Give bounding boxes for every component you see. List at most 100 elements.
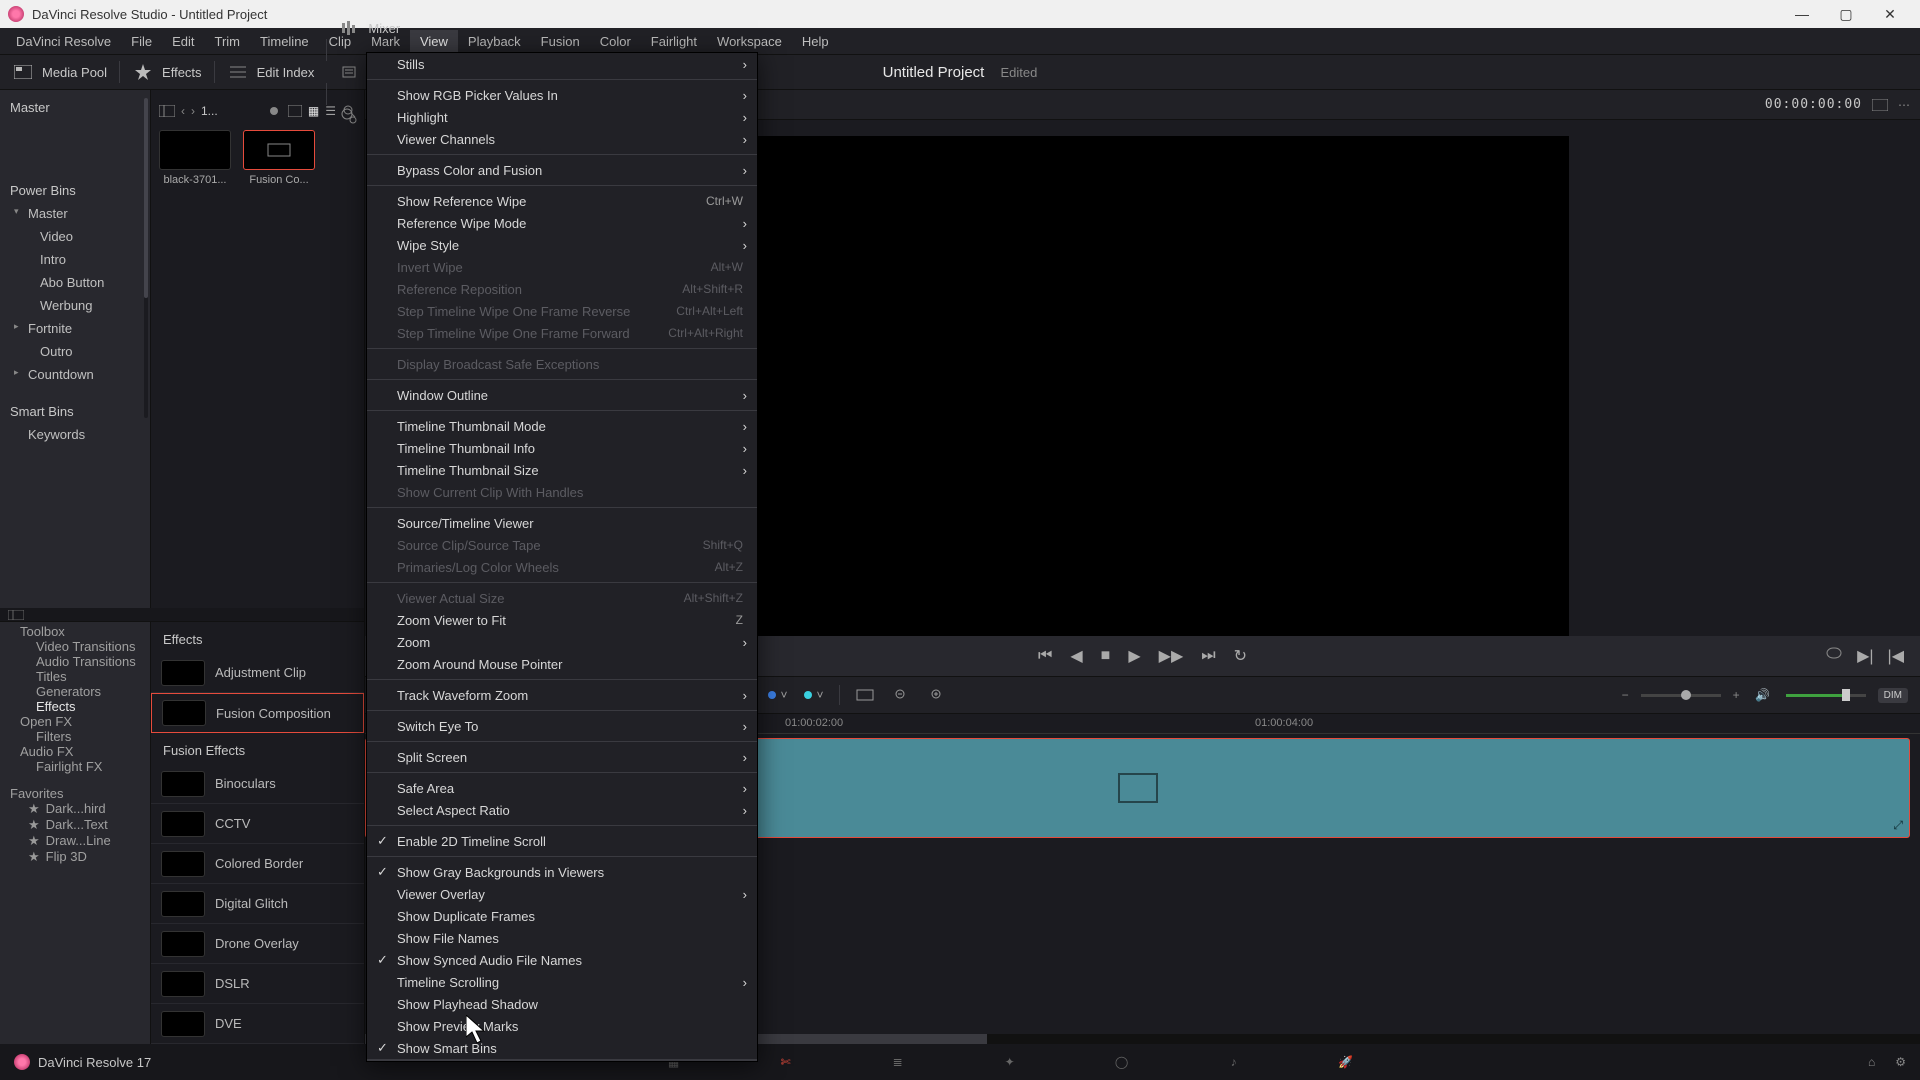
page-deliver-icon[interactable]: 🚀 — [1335, 1051, 1357, 1073]
step-back-icon[interactable]: ◀ — [1070, 646, 1082, 666]
menu-item-show-rgb-picker-values-in[interactable]: Show RGB Picker Values In — [367, 84, 757, 106]
fx-item[interactable]: DVE — [151, 1004, 364, 1044]
edit-index-toggle[interactable]: Edit Index — [215, 55, 327, 89]
tree-scroll-thumb[interactable] — [144, 98, 148, 298]
effects-toggle[interactable]: Effects — [120, 55, 214, 89]
fx-item[interactable]: Drone Overlay — [151, 924, 364, 964]
menu-item-enable-2d-timeline-scroll[interactable]: Enable 2D Timeline Scroll — [367, 830, 757, 852]
step-fwd-icon[interactable]: ▶▶ — [1159, 646, 1184, 666]
clip-expand-icon[interactable]: ⤢ — [1893, 818, 1903, 833]
page-cut-icon[interactable]: ✄ — [775, 1051, 797, 1073]
fx-adjustment-clip[interactable]: Adjustment Clip — [151, 653, 364, 693]
page-fusion-icon[interactable]: ✦ — [999, 1051, 1021, 1073]
flag-blue-icon[interactable]: ˅ — [767, 684, 789, 706]
menu-item-highlight[interactable]: Highlight — [367, 106, 757, 128]
fx-item[interactable]: Binoculars — [151, 764, 364, 804]
tree-item[interactable]: Intro — [0, 248, 150, 271]
menu-item-viewer-overlay[interactable]: Viewer Overlay — [367, 883, 757, 905]
pool-path[interactable]: 1... — [201, 104, 264, 118]
fxtree-effects[interactable]: Effects — [0, 699, 150, 714]
menu-item-show-playhead-shadow[interactable]: Show Playhead Shadow — [367, 993, 757, 1015]
menu-item-zoom[interactable]: Zoom — [367, 631, 757, 653]
menu-item-timeline-thumbnail-size[interactable]: Timeline Thumbnail Size — [367, 459, 757, 481]
tree-master[interactable]: Master — [0, 96, 150, 119]
view-grid-icon[interactable]: ▦ — [308, 104, 319, 118]
fx-item[interactable]: DSLR — [151, 964, 364, 1004]
fxtree-fairlight[interactable]: Fairlight FX — [0, 759, 150, 774]
menu-item-show-power-bins[interactable]: Show Power Bins — [367, 1059, 757, 1062]
page-edit-icon[interactable]: ≣ — [887, 1051, 909, 1073]
menu-davinci-resolve[interactable]: DaVinci Resolve — [6, 30, 121, 53]
fxtree-item[interactable]: Video Transitions — [0, 639, 150, 654]
menu-item-timeline-scrolling[interactable]: Timeline Scrolling — [367, 971, 757, 993]
menu-item-show-preview-marks[interactable]: Show Preview Marks — [367, 1015, 757, 1037]
menu-item-bypass-color-and-fusion[interactable]: Bypass Color and Fusion — [367, 159, 757, 181]
menu-item-viewer-channels[interactable]: Viewer Channels — [367, 128, 757, 150]
fxtree-favorite[interactable]: ★Flip 3D — [0, 849, 150, 865]
flag-cyan-icon[interactable]: ˅ — [803, 684, 825, 706]
pool-clip[interactable]: black-3701... — [159, 130, 231, 186]
speaker-icon[interactable]: 🔊 — [1752, 684, 1774, 706]
fx-item[interactable]: Digital Glitch — [151, 884, 364, 924]
tree-item[interactable]: Video — [0, 225, 150, 248]
menu-item-source-timeline-viewer[interactable]: Source/Timeline Viewer — [367, 512, 757, 534]
tree-item[interactable]: Abo Button — [0, 271, 150, 294]
tree-keywords[interactable]: Keywords — [0, 423, 150, 446]
fx-item[interactable]: Colored Border — [151, 844, 364, 884]
zoom-in-icon[interactable] — [926, 684, 948, 706]
view-thumb-icon[interactable] — [288, 105, 302, 117]
home-icon[interactable]: ⌂ — [1868, 1055, 1875, 1069]
menu-item-zoom-around-mouse-pointer[interactable]: Zoom Around Mouse Pointer — [367, 653, 757, 675]
fxtree-openfx[interactable]: Open FX — [0, 714, 150, 729]
menu-item-stills[interactable]: Stills — [367, 53, 757, 75]
menu-item-show-smart-bins[interactable]: Show Smart Bins — [367, 1037, 757, 1059]
page-fairlight-icon[interactable]: ♪ — [1223, 1051, 1245, 1073]
menu-item-zoom-viewer-to-fit[interactable]: Zoom Viewer to FitZ — [367, 609, 757, 631]
menu-item-wipe-style[interactable]: Wipe Style — [367, 234, 757, 256]
menu-item-show-duplicate-frames[interactable]: Show Duplicate Frames — [367, 905, 757, 927]
menu-item-show-reference-wipe[interactable]: Show Reference WipeCtrl+W — [367, 190, 757, 212]
menu-item-show-file-names[interactable]: Show File Names — [367, 927, 757, 949]
volume-slider[interactable] — [1786, 694, 1866, 697]
fxtree-audiofx[interactable]: Audio FX — [0, 744, 150, 759]
menu-item-split-screen[interactable]: Split Screen — [367, 746, 757, 768]
menu-item-reference-wipe-mode[interactable]: Reference Wipe Mode — [367, 212, 757, 234]
menu-item-timeline-thumbnail-mode[interactable]: Timeline Thumbnail Mode — [367, 415, 757, 437]
media-pool-toggle[interactable]: Media Pool — [0, 55, 119, 89]
stop-icon[interactable]: ■ — [1101, 647, 1111, 665]
fxtree-favorite[interactable]: ★Dark...hird — [0, 801, 150, 817]
pool-clip[interactable]: Fusion Co... — [243, 130, 315, 186]
menu-item-track-waveform-zoom[interactable]: Track Waveform Zoom — [367, 684, 757, 706]
menu-item-select-aspect-ratio[interactable]: Select Aspect Ratio — [367, 799, 757, 821]
page-color-icon[interactable]: ◯ — [1111, 1051, 1133, 1073]
settings-icon[interactable]: ⚙ — [1895, 1055, 1906, 1069]
menu-item-show-synced-audio-file-names[interactable]: Show Synced Audio File Names — [367, 949, 757, 971]
menu-item-show-gray-backgrounds-in-viewers[interactable]: Show Gray Backgrounds in Viewers — [367, 861, 757, 883]
menu-item-safe-area[interactable]: Safe Area — [367, 777, 757, 799]
fxtree-item[interactable]: Titles — [0, 669, 150, 684]
fxtree-item[interactable]: Generators — [0, 684, 150, 699]
tree-item[interactable]: Fortnite — [0, 317, 150, 340]
tree-item[interactable]: Master — [0, 202, 150, 225]
fx-item[interactable]: CCTV — [151, 804, 364, 844]
mixer-toggle[interactable]: Mixer — [326, 17, 1920, 39]
match-frame-icon[interactable] — [1825, 646, 1843, 666]
dim-button[interactable]: DIM — [1878, 688, 1908, 703]
timeline-view-icon[interactable] — [854, 684, 876, 706]
menu-trim[interactable]: Trim — [205, 30, 251, 53]
tree-item[interactable]: Countdown — [0, 363, 150, 386]
pool-layout-icon[interactable] — [159, 105, 175, 117]
menu-edit[interactable]: Edit — [162, 30, 204, 53]
menu-item-timeline-thumbnail-info[interactable]: Timeline Thumbnail Info — [367, 437, 757, 459]
fx-fusion-composition[interactable]: Fusion Composition — [151, 693, 364, 733]
loop-icon[interactable]: ↻ — [1234, 646, 1247, 666]
fxtree-favorite[interactable]: ★Draw...Line — [0, 833, 150, 849]
fxtree-item[interactable]: Audio Transitions — [0, 654, 150, 669]
play-icon[interactable]: ▶ — [1128, 646, 1140, 666]
fxtree-toolbox[interactable]: Toolbox — [0, 624, 150, 639]
menu-file[interactable]: File — [121, 30, 162, 53]
goto-start-icon[interactable]: ⏮ — [1038, 647, 1052, 665]
fxtree-filters[interactable]: Filters — [0, 729, 150, 744]
overwrite-icon[interactable]: |◀ — [1888, 646, 1904, 666]
insert-icon[interactable]: ▶| — [1857, 646, 1873, 666]
